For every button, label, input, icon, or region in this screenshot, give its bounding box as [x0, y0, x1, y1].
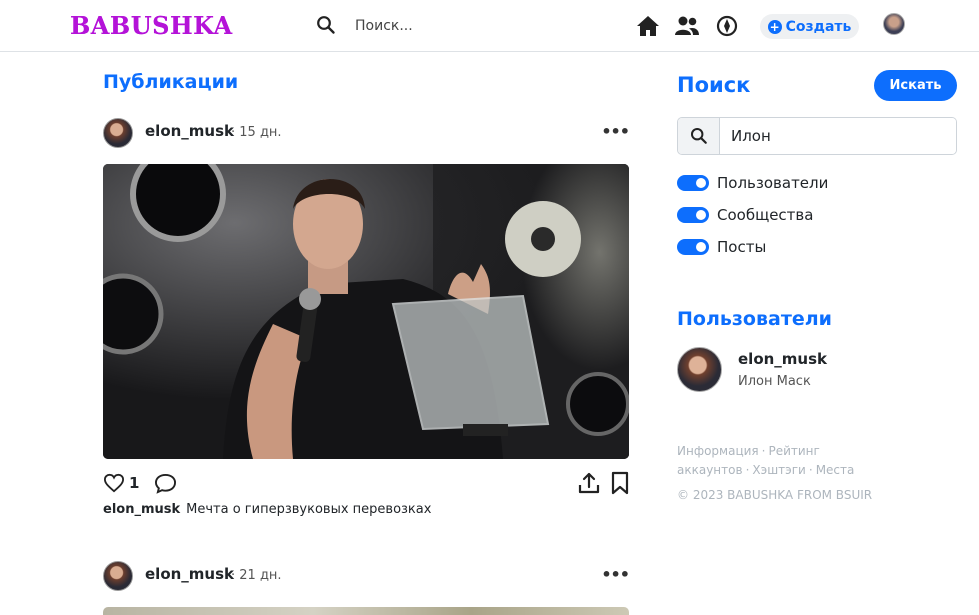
toggle-switch[interactable]	[677, 239, 709, 255]
post-actions: 1	[103, 470, 629, 498]
users-title: Пользователи	[677, 308, 832, 330]
bookmark-button[interactable]	[611, 470, 629, 496]
filter-label: Сообщества	[717, 206, 814, 224]
post-image[interactable]	[103, 164, 629, 459]
post-time: · 15 дн.	[231, 125, 282, 140]
like-count: 1	[129, 474, 140, 492]
sidebar-search-input[interactable]	[720, 118, 956, 154]
footer-link-hashtags[interactable]: Хэштэги	[752, 463, 805, 477]
search-button[interactable]: Искать	[874, 70, 957, 101]
post-photo	[103, 164, 629, 459]
footer-link-info[interactable]: Информация	[677, 444, 759, 458]
search-title: Поиск	[677, 73, 751, 97]
bookmark-icon	[611, 471, 629, 495]
filter-label: Посты	[717, 238, 767, 256]
post-author[interactable]: elon_musk	[145, 565, 234, 583]
filter-communities[interactable]: Сообщества	[677, 204, 813, 226]
post-image[interactable]	[103, 607, 629, 615]
comment-icon	[154, 473, 177, 494]
footer-link-places[interactable]: Места	[816, 463, 855, 477]
filter-users[interactable]: Пользователи	[677, 172, 828, 194]
user-result-avatar[interactable]	[677, 347, 722, 392]
post-time: · 21 дн.	[231, 568, 282, 583]
user-result-username[interactable]: elon_musk	[738, 350, 827, 368]
comment-button[interactable]	[154, 470, 177, 496]
profile-avatar[interactable]	[883, 13, 905, 35]
post-author-avatar[interactable]	[103, 561, 133, 591]
compass-icon[interactable]	[714, 13, 740, 39]
share-button[interactable]	[578, 470, 600, 496]
user-result-fullname: Илон Маск	[738, 374, 811, 389]
plus-icon: +	[767, 19, 782, 34]
post-author-avatar[interactable]	[103, 118, 133, 148]
upload-icon	[578, 472, 600, 494]
top-navbar: BABUSHKA + Создать	[0, 0, 979, 52]
footer-links: Информация · Рейтинг аккаунтов · Хэштэги · Мес…	[677, 444, 855, 477]
more-options-icon[interactable]: •••	[601, 565, 630, 584]
sidebar-search	[677, 117, 957, 155]
like-button[interactable]: 1	[103, 470, 139, 496]
caption-author[interactable]: elon_musk	[103, 502, 180, 517]
post-author[interactable]: elon_musk	[145, 122, 234, 140]
home-icon[interactable]	[635, 13, 661, 39]
search-input[interactable]	[348, 12, 548, 40]
toggle-switch[interactable]	[677, 175, 709, 191]
filter-posts[interactable]: Посты	[677, 236, 766, 258]
search-icon	[317, 16, 335, 34]
heart-icon	[103, 473, 125, 493]
toggle-switch[interactable]	[677, 207, 709, 223]
caption-text: Мечта о гиперзвуковых перевозках	[186, 502, 432, 517]
feed-title: Публикации	[103, 71, 239, 93]
more-options-icon[interactable]: •••	[601, 122, 630, 141]
post-header: elon_musk · 21 дн. •••	[103, 561, 630, 591]
copyright: © 2023 BABUSHKA FROM BSUIR	[677, 488, 873, 502]
filter-label: Пользователи	[717, 174, 829, 192]
post-header: elon_musk · 15 дн. •••	[103, 118, 630, 148]
create-button[interactable]: + Создать	[760, 14, 859, 39]
create-label: Создать	[785, 18, 852, 35]
people-icon[interactable]	[674, 13, 700, 39]
post-caption: elon_musk Мечта о гиперзвуковых перевозка…	[103, 502, 431, 517]
logo[interactable]: BABUSHKA	[70, 11, 233, 40]
search-icon	[678, 118, 720, 154]
